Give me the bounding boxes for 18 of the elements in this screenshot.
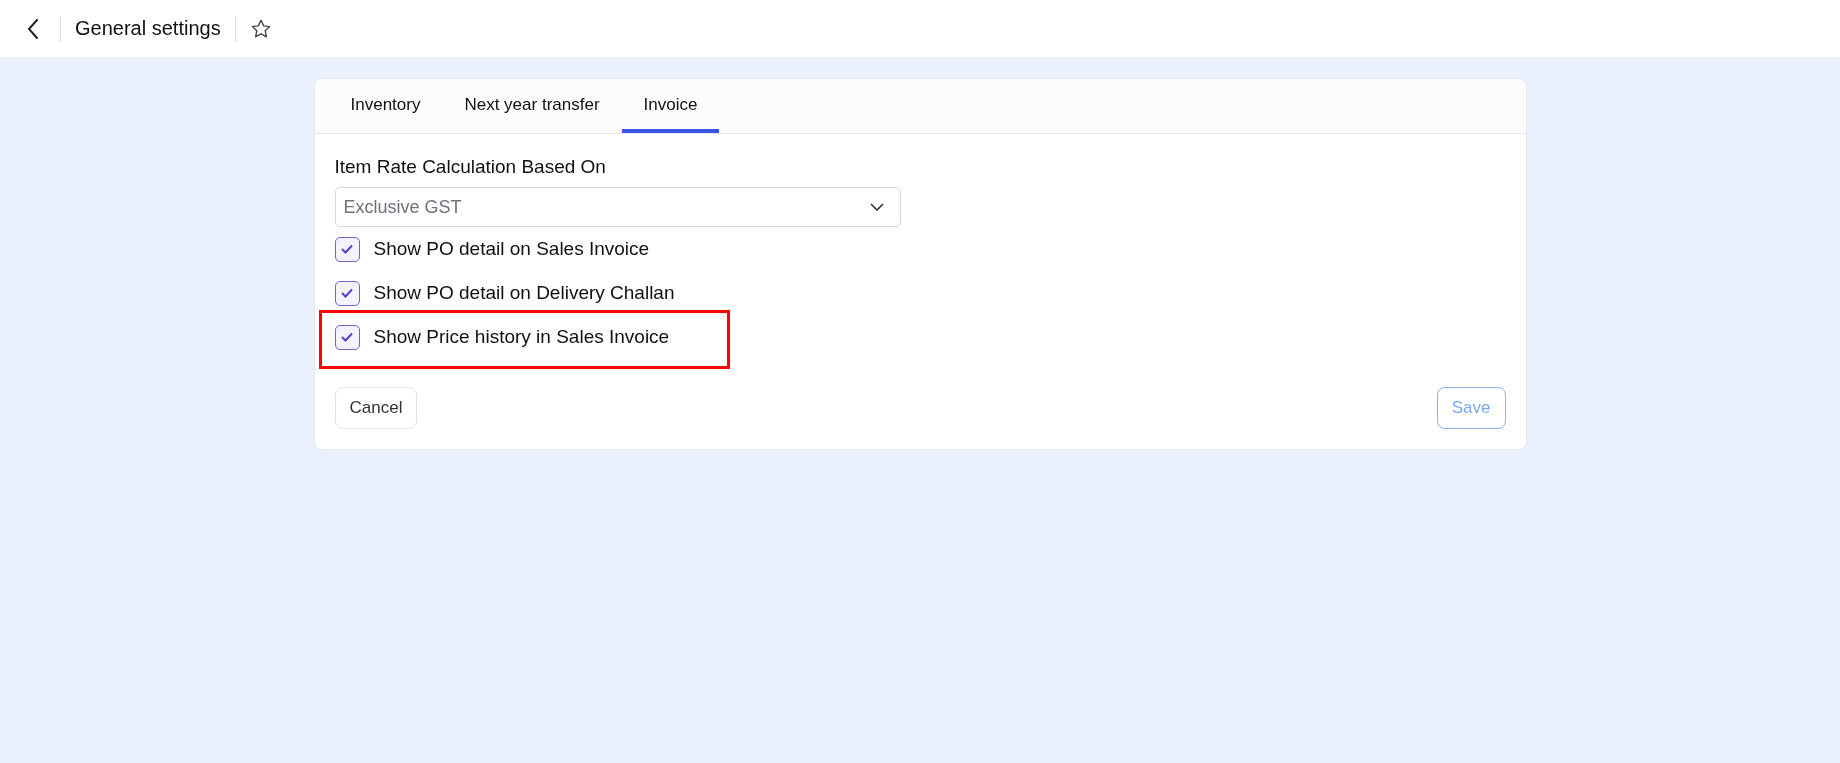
check-icon — [340, 243, 354, 255]
checkbox-label: Show Price history in Sales Invoice — [373, 326, 670, 348]
checkbox[interactable] — [334, 280, 360, 306]
checkbox[interactable] — [334, 236, 360, 262]
tab[interactable]: Inventory — [328, 79, 443, 133]
cancel-button[interactable]: Cancel — [334, 387, 418, 429]
tab[interactable]: Invoice — [621, 79, 720, 133]
field-label: Item Rate Calculation Based On — [334, 156, 607, 178]
chevron-down-icon — [869, 203, 884, 211]
star-icon[interactable] — [249, 17, 272, 40]
check-icon — [340, 287, 354, 299]
checkbox-label: Show PO detail on Delivery Challan — [373, 282, 675, 304]
check-icon — [340, 331, 354, 343]
checkbox-label: Show PO detail on Sales Invoice — [373, 238, 650, 260]
page-title: General settings — [75, 17, 221, 40]
checkbox[interactable] — [334, 324, 360, 350]
rate-dropdown[interactable]: Exclusive GST — [334, 187, 901, 227]
tab[interactable]: Next year transfer — [442, 79, 622, 133]
